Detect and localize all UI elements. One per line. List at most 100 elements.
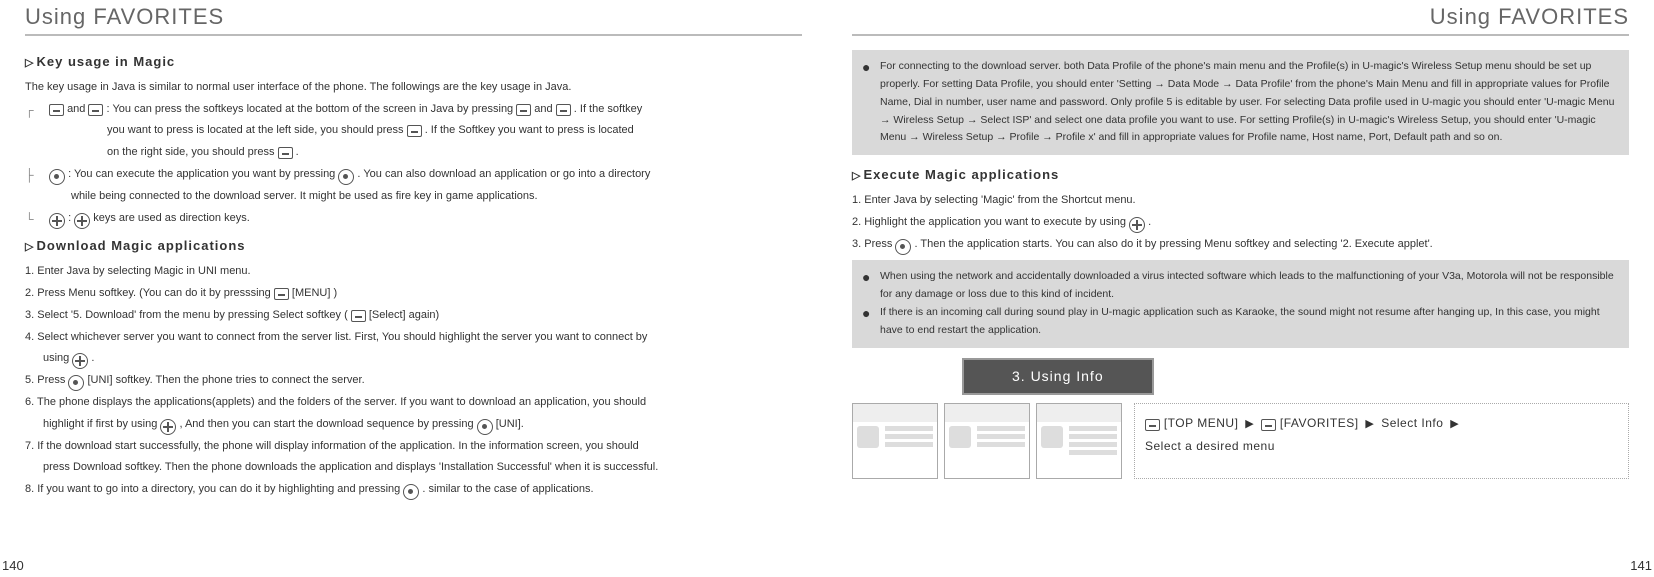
left-softkey-icon — [407, 125, 422, 137]
bullet-icon: ● — [862, 268, 880, 304]
dpad-icon — [49, 213, 65, 229]
text: . If the Softkey you want to press is lo… — [425, 124, 634, 136]
bullet-icon: ● — [862, 58, 880, 147]
tree-connector-icon: ├ — [25, 165, 49, 185]
download-step-5: 5. Press [UNI] softkey. Then the phone t… — [25, 371, 802, 391]
text: keys are used as direction keys. — [93, 212, 250, 224]
right-softkey-icon — [274, 288, 289, 300]
phone-screenshot-2 — [944, 403, 1030, 479]
chapter-heading-label: 3. Using Info — [962, 358, 1154, 395]
key-row-softkeys-cont: you want to press is located at the left… — [107, 121, 802, 141]
text: [UNI] softkey. Then the phone tries to c… — [87, 374, 364, 386]
dpad-icon — [74, 213, 90, 229]
page-number-right: 141 — [1630, 554, 1652, 577]
key-row-center: ├ : You can execute the application you … — [25, 165, 802, 185]
note-virus-text: When using the network and accidentally … — [880, 268, 1619, 304]
info-row: [TOP MENU] ▶ [FAVORITES] ▶ Select Info ▶… — [852, 403, 1629, 479]
right-softkey-icon — [278, 147, 293, 159]
download-step-8: 8. If you want to go into a directory, y… — [25, 480, 802, 500]
text: 3. Press — [852, 238, 895, 250]
phone-screenshot-1 — [852, 403, 938, 479]
text: and — [534, 103, 555, 115]
text: 2. Highlight the application you want to… — [852, 216, 1129, 228]
text: . — [1148, 216, 1151, 228]
key-row-softkeys: ┌ and : You can press the softkeys locat… — [25, 100, 802, 120]
section-execute-title: Execute Magic applications — [852, 163, 1629, 187]
arrow-icon: ▶ — [1362, 418, 1377, 430]
phone-screenshot-3 — [1036, 403, 1122, 479]
tree-connector-icon: └ — [25, 209, 49, 229]
center-key-icon — [477, 419, 493, 435]
right-softkey-icon — [556, 104, 571, 116]
text: using — [43, 352, 72, 364]
text: . — [91, 352, 94, 364]
page-title-right: Using FAVORITES — [1430, 0, 1629, 37]
chapter-heading: 3. Using Info — [852, 358, 1629, 395]
text: . Then the application starts. You can a… — [914, 238, 1432, 250]
screenshot-group — [852, 403, 1122, 479]
center-key-icon — [895, 239, 911, 255]
center-key-icon — [403, 484, 419, 500]
text: [MENU] ) — [292, 287, 337, 299]
text: 5. Press — [25, 374, 68, 386]
center-key-icon — [338, 169, 354, 185]
section-key-usage-title: Key usage in Magic — [25, 50, 802, 74]
nav-favorites: [FAVORITES] — [1280, 416, 1362, 430]
note-data-profile-text: For connecting to the download server. b… — [880, 58, 1619, 147]
execute-step-3: 3. Press . Then the application starts. … — [852, 235, 1629, 255]
text: [Select] again) — [369, 309, 439, 321]
left-softkey-icon — [516, 104, 531, 116]
nav-select-info: Select Info — [1381, 416, 1447, 430]
right-softkey-icon — [351, 310, 366, 322]
note-call-text: If there is an incoming call during soun… — [880, 304, 1619, 340]
download-step-1: 1. Enter Java by selecting Magic in UNI … — [25, 262, 802, 282]
text: and — [67, 103, 88, 115]
page-number-left: 140 — [2, 554, 24, 577]
center-key-icon — [68, 375, 84, 391]
dpad-icon — [72, 353, 88, 369]
download-step-7: 7. If the download start successfully, t… — [25, 437, 802, 457]
note-warnings: ● When using the network and accidentall… — [852, 260, 1629, 347]
text: 2. Press Menu softkey. (You can do it by… — [25, 287, 274, 299]
page-title-left: Using FAVORITES — [25, 0, 224, 37]
key-usage-intro: The key usage in Java is similar to norm… — [25, 78, 802, 98]
key-row-center-cont: while being connected to the download se… — [71, 187, 802, 207]
text: [UNI]. — [496, 418, 524, 430]
download-step-4b: using . — [43, 349, 802, 369]
key-row-softkeys-cont2: on the right side, you should press . — [107, 143, 802, 163]
key-row-dpad: └ : keys are used as direction keys. — [25, 209, 802, 229]
text: you want to press is located at the left… — [107, 124, 407, 136]
center-key-icon — [49, 169, 65, 185]
download-step-7b: press Download softkey. Then the phone d… — [43, 458, 802, 478]
text: . similar to the case of applications. — [422, 483, 593, 495]
dpad-icon — [160, 419, 176, 435]
text: . — [296, 146, 299, 158]
download-step-4: 4. Select whichever server you want to c… — [25, 328, 802, 348]
arrow-icon: ▶ — [1447, 418, 1462, 430]
left-softkey-icon — [49, 104, 64, 116]
download-step-6: 6. The phone displays the applications(a… — [25, 393, 802, 413]
navigation-path: [TOP MENU] ▶ [FAVORITES] ▶ Select Info ▶… — [1134, 403, 1629, 479]
page-header-right: Using FAVORITES — [852, 0, 1629, 36]
download-step-6b: highlight if first by using , And then y… — [43, 415, 802, 435]
nav-top-menu: [TOP MENU] — [1164, 416, 1242, 430]
text: : You can execute the application you wa… — [68, 168, 338, 180]
download-step-2: 2. Press Menu softkey. (You can do it by… — [25, 284, 802, 304]
arrow-icon: ▶ — [1242, 418, 1257, 430]
text: on the right side, you should press — [107, 146, 278, 158]
right-softkey-icon — [88, 104, 103, 116]
tree-connector-icon: ┌ — [25, 100, 49, 120]
download-step-3: 3. Select '5. Download' from the menu by… — [25, 306, 802, 326]
text: 8. If you want to go into a directory, y… — [25, 483, 403, 495]
text: : You can press the softkeys located at … — [107, 103, 517, 115]
page-header-left: Using FAVORITES — [25, 0, 802, 36]
note-data-profile: ● For connecting to the download server.… — [852, 50, 1629, 155]
text: highlight if first by using — [43, 418, 160, 430]
text: . If the softkey — [574, 103, 642, 115]
section-download-title: Download Magic applications — [25, 234, 802, 258]
execute-step-1: 1. Enter Java by selecting 'Magic' from … — [852, 191, 1629, 211]
nav-select-desired: Select a desired menu — [1145, 435, 1618, 458]
bullet-icon: ● — [862, 304, 880, 340]
text: . You can also download an application o… — [357, 168, 650, 180]
execute-step-2: 2. Highlight the application you want to… — [852, 213, 1629, 233]
